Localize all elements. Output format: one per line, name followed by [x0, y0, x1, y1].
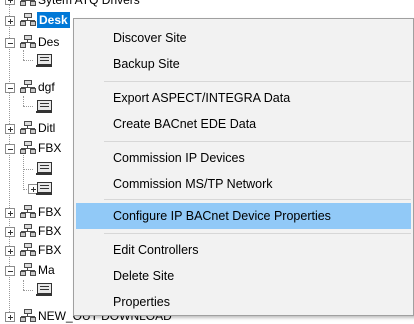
expand-icon[interactable]	[5, 227, 15, 237]
site-icon	[20, 141, 36, 155]
tree-line	[23, 60, 33, 61]
tree-node-label[interactable]: Sytem ATQ Drivers	[38, 0, 140, 8]
menu-item-backup-site[interactable]: Backup Site	[76, 51, 411, 77]
menu-separator	[104, 233, 411, 234]
tree-node-label[interactable]: Des	[38, 34, 59, 50]
collapse-icon[interactable]	[5, 38, 15, 48]
tree-line	[23, 50, 24, 60]
device-icon	[36, 54, 52, 68]
site-icon	[20, 243, 36, 257]
tree-node-label[interactable]: FBX	[38, 204, 61, 220]
site-icon	[20, 80, 36, 94]
menu-item-configure-ip-bacnet-device-properties[interactable]: Configure IP BACnet Device Properties	[76, 203, 411, 229]
site-icon	[20, 263, 36, 277]
device-icon	[36, 100, 52, 114]
tree-line	[23, 150, 24, 190]
site-icon	[20, 13, 36, 27]
menu-item-edit-controllers[interactable]: Edit Controllers	[76, 237, 411, 263]
tree-node-label[interactable]: FBX	[38, 140, 61, 156]
tree-line	[23, 290, 33, 291]
device-icon	[36, 182, 52, 196]
menu-item-commission-mstp-network[interactable]: Commission MS/TP Network	[76, 171, 411, 197]
menu-separator	[104, 81, 411, 82]
collapse-icon[interactable]	[5, 266, 15, 276]
collapse-icon[interactable]	[5, 144, 15, 154]
expand-icon[interactable]	[5, 124, 15, 134]
tree-node-label[interactable]: FBX	[38, 223, 61, 239]
tree-line	[23, 280, 24, 290]
expand-icon[interactable]	[5, 246, 15, 256]
tree-node-label[interactable]: FBX	[38, 242, 61, 258]
menu-item-create-bacnet-ede-data[interactable]: Create BACnet EDE Data	[76, 111, 411, 137]
site-icon	[20, 205, 36, 219]
menu-item-properties[interactable]: Properties	[76, 289, 411, 315]
site-icon	[20, 121, 36, 135]
expand-icon[interactable]	[5, 16, 15, 26]
tree-node-label[interactable]: Ditl	[38, 120, 55, 136]
site-icon	[20, 0, 36, 7]
site-icon	[20, 309, 36, 323]
expand-icon[interactable]	[5, 0, 15, 5]
site-icon	[20, 224, 36, 238]
tree-line	[23, 169, 33, 170]
menu-item-discover-site[interactable]: Discover Site	[76, 25, 411, 51]
tree-node-label[interactable]: Ma	[38, 262, 55, 278]
tree-node-label-selected[interactable]: Desk	[37, 12, 70, 28]
tree-line	[23, 96, 24, 106]
context-menu: Discover Site Backup Site Export ASPECT/…	[73, 18, 414, 316]
device-icon	[36, 283, 52, 297]
menu-separator	[104, 141, 411, 142]
menu-item-delete-site[interactable]: Delete Site	[76, 263, 411, 289]
site-icon	[20, 35, 36, 49]
menu-separator	[104, 199, 411, 200]
tree-node-label[interactable]: dgf	[38, 79, 55, 95]
device-icon	[36, 162, 52, 176]
tree-line	[23, 106, 33, 107]
expand-icon[interactable]	[5, 312, 15, 322]
expand-icon[interactable]	[5, 208, 15, 218]
menu-item-export-aspect-integra-data[interactable]: Export ASPECT/INTEGRA Data	[76, 85, 411, 111]
menu-item-commission-ip-devices[interactable]: Commission IP Devices	[76, 145, 411, 171]
collapse-icon[interactable]	[5, 83, 15, 93]
